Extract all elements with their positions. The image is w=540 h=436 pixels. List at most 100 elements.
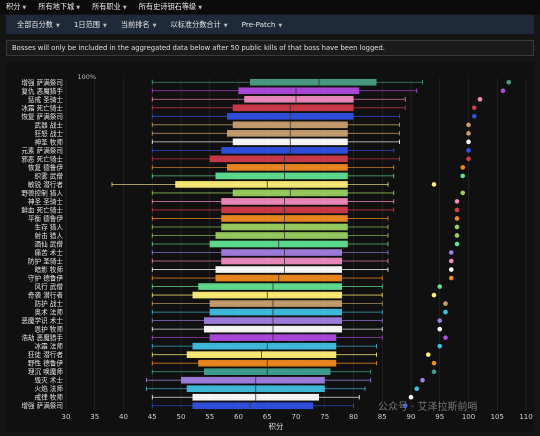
outlier-dot [477,96,483,102]
spec-label: 狂怒 战士 [35,129,64,138]
x-tick-label: 90 [407,413,416,421]
menu-metric[interactable]: 积分 ▼ [0,2,32,12]
spec-label: 恩护 牧师 [35,325,64,334]
x-tick-label: 80 [349,413,358,421]
outlier-dot [454,241,460,247]
x-tick-label: 55 [205,413,214,421]
spec-label: 野兽控制 猎人 [21,188,63,197]
spec-label: 惩戒 圣骑士 [28,95,63,104]
outlier-dot [408,394,414,400]
outlier-dot [443,335,448,340]
outlier-dot [460,190,466,196]
spec-label: 织雾 武僧 [35,171,63,180]
x-tick-label: 60 [234,413,243,421]
outlier-dot [431,182,437,187]
spec-label: 增强 萨满祭司 [21,401,63,410]
box [181,376,325,384]
outlier-dot [454,233,460,238]
box [192,402,314,410]
box [215,232,348,239]
outlier-dot [437,343,443,349]
outlier-dot [448,267,454,272]
caret-down-icon: ▼ [55,22,60,29]
filter-percentile[interactable]: 全部百分数 ▼ [10,20,67,30]
spec-label: 增强 萨满祭司 [21,78,63,87]
outlier-dot [448,258,454,264]
spec-label: 理沉 唤魔师 [28,367,63,376]
spec-label: 元素 萨满祭司 [21,146,63,155]
x-tick-label: 85 [378,413,387,421]
outlier-dot [437,284,443,289]
x-tick-label: 40 [119,413,128,421]
spec-label: 风行 武僧 [35,282,63,291]
x-tick-label: 100 [462,413,475,421]
spec-label: 冰霜 法师 [35,342,64,351]
x-tick-label: 50 [177,413,186,421]
boxplot-chart: 30 35 40 45 50 55 60 65 70 75 80 85 90 95 100 105 110 100… [21,73,532,431]
spec-label: 毁灭 术士 [35,376,64,385]
chart-panel: 30 35 40 45 50 55 60 65 70 75 80 85 90 95 100 105 110 100… [6,62,534,432]
outlier-dot [420,377,425,383]
filter-patch[interactable]: Pre-Patch ▼ [235,20,290,29]
outlier-dot [460,173,466,179]
notice-banner: Bosses will only be included in the aggr… [6,40,534,56]
box [192,342,337,350]
box [244,95,354,103]
x-tick-label: 105 [491,413,504,421]
box [221,147,348,154]
outlier-dot [437,326,443,332]
outlier-dot [500,88,506,94]
outlier-dot [431,292,437,298]
spec-label: 复仇 恶魔猎手 [21,86,63,95]
menu-keystone-level[interactable]: 所有史诗钥石等级 ▼ [133,2,208,12]
outlier-dot [454,199,460,204]
filter-bar: 全部百分数 ▼ 1日范围 ▼ 当前排名 ▼ 以标准分数合计 ▼ Pre-Patch ▼ [6,15,534,34]
spec-label: 恶魔学识 术士 [21,316,63,325]
spec-label: 野性 德鲁伊 [28,359,63,368]
spec-label: 恢复 萨满祭司 [21,112,63,121]
filter-aggregation[interactable]: 以标准分数合计 ▼ [163,20,234,30]
spec-label: 恢复 德鲁伊 [28,163,63,172]
outlier-dot [414,386,420,392]
outlier-dot [448,250,454,255]
outlier-dot [448,275,454,281]
caret-down-icon: ▼ [102,22,107,29]
spec-label: 敏锐 潜行者 [28,180,63,189]
top-tick-label: 100% [78,73,97,81]
x-tick-label: 95 [435,413,444,421]
spec-label: 平衡 德鲁伊 [28,214,63,223]
spec-label: 防护 圣骑士 [28,257,63,266]
box [209,155,348,163]
caret-down-icon: ▼ [198,5,203,11]
spec-label: 鲜血 死亡骑士 [21,205,63,214]
box [227,164,348,171]
box [198,283,342,290]
x-tick-label: 35 [90,413,99,421]
menu-dungeon[interactable]: 所有地下城 ▼ [32,2,86,12]
box [221,249,342,256]
spec-label: 神圣 牧师 [35,137,64,146]
outlier-dot [443,309,448,315]
outlier-dot [466,148,471,153]
outlier-dot [454,207,460,213]
x-tick-label: 110 [519,413,532,421]
menu-class[interactable]: 所有职业 ▼ [86,2,133,12]
box [250,78,377,86]
spec-label: 奇袭 潜行者 [28,291,63,300]
watermark: 公众号 · 艾泽拉斯前哨 [378,400,478,413]
spec-label: 邪恶 死亡骑士 [21,154,63,163]
outlier-dot [466,131,471,136]
x-tick-label: 65 [263,413,272,421]
box [238,87,360,95]
filter-time-range[interactable]: 1日范围 ▼ [67,20,114,30]
outlier-dot [506,79,512,85]
caret-down-icon: ▼ [122,5,127,11]
spec-label: 武器 战士 [35,120,64,129]
spec-label: 酒仙 武僧 [35,240,63,249]
box [209,308,342,316]
top-menu-bar: 积分 ▼ 所有地下城 ▼ 所有职业 ▼ 所有史诗钥石等级 ▼ [0,0,540,14]
filter-ranking[interactable]: 当前排名 ▼ [114,20,164,30]
spec-label: 奥术 法师 [35,308,64,317]
outlier-dot [466,122,471,128]
spec-label: 狂徒 潜行者 [28,350,63,359]
